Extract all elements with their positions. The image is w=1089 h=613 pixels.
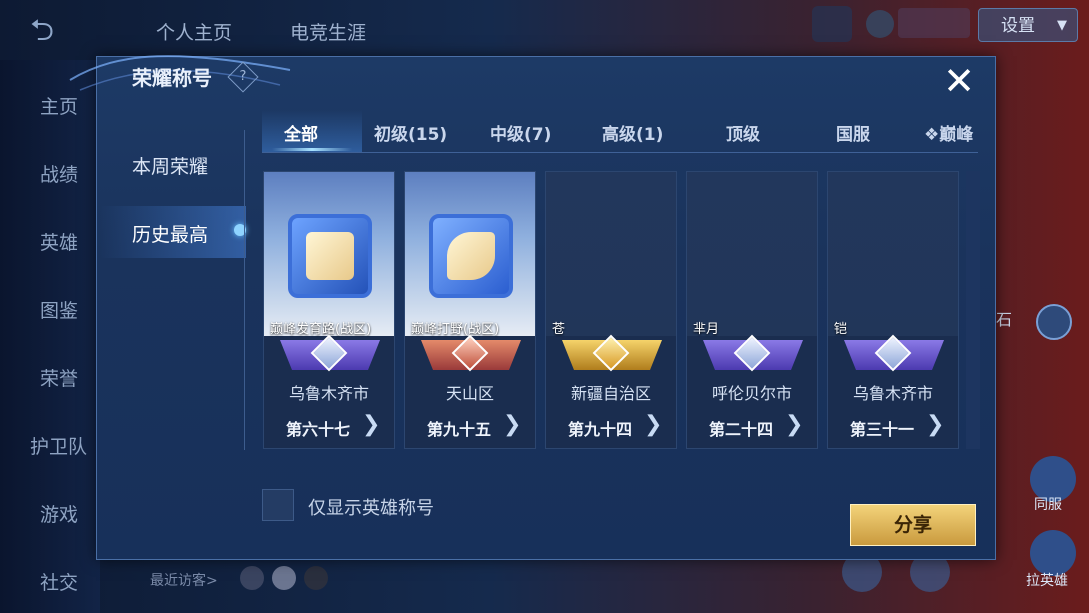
card-title-name: 铠 xyxy=(834,322,848,337)
card-title-name: 巅峰打野(战区) xyxy=(411,322,500,337)
help-glyph: ? xyxy=(239,69,247,84)
jungle-emblem-icon xyxy=(429,214,513,298)
modal-title: 荣耀称号 xyxy=(132,66,212,90)
card-rank: 第六十七 xyxy=(286,420,351,439)
tab-top[interactable]: 顶级 xyxy=(726,120,760,145)
title-card[interactable]: 芈月 呼伦贝尔市 第二十四 ❯ xyxy=(686,171,818,449)
visitor-avatar[interactable] xyxy=(240,566,264,590)
background-sidebar xyxy=(0,60,100,613)
card-rank: 第九十五 xyxy=(427,420,492,439)
marksman-emblem-icon xyxy=(288,214,372,298)
notice-badge[interactable] xyxy=(898,8,970,38)
tab-all[interactable]: 全部 xyxy=(284,120,318,145)
card-image xyxy=(546,172,676,336)
tab-peak[interactable]: ❖巅峰 xyxy=(924,120,978,145)
card-region: 呼伦贝尔市 xyxy=(711,384,792,403)
card-image xyxy=(405,172,535,336)
close-icon[interactable]: ✕ xyxy=(940,62,978,100)
visitor-avatar[interactable] xyxy=(304,566,328,590)
chevron-right-icon[interactable]: ❯ xyxy=(644,412,662,437)
nav-divider xyxy=(244,130,245,450)
left-nav-weekly-honor[interactable]: 本周荣耀 xyxy=(132,152,208,179)
sidebar-item-guard[interactable]: 护卫队 xyxy=(30,432,87,459)
chevron-right-icon[interactable]: ❯ xyxy=(503,412,521,437)
sidebar-item-atlas[interactable]: 图鉴 xyxy=(40,296,78,323)
sidebar-item-heroes[interactable]: 英雄 xyxy=(40,228,78,255)
hero-pull-label: 拉英雄 xyxy=(1026,573,1068,589)
card-region: 乌鲁木齐市 xyxy=(288,384,369,403)
settings-button[interactable]: 设置 ▼ xyxy=(978,8,1078,42)
card-title-name: 苍 xyxy=(552,322,566,337)
title-card[interactable]: 巅峰打野(战区) 天山区 第九十五 ❯ xyxy=(404,171,536,449)
card-rank: 第二十四 xyxy=(709,420,774,439)
title-card[interactable]: 苍 新疆自治区 第九十四 ❯ xyxy=(545,171,677,449)
sidebar-item-game[interactable]: 游戏 xyxy=(40,500,78,527)
tab-junior[interactable]: 初级(15) xyxy=(374,120,447,145)
card-image xyxy=(264,172,394,336)
sidebar-item-social[interactable]: 社交 xyxy=(40,568,78,595)
settings-label: 设置 xyxy=(1001,16,1035,36)
avatar-icon[interactable] xyxy=(812,6,852,42)
card-rank: 第九十四 xyxy=(568,420,633,439)
recent-visitors-link[interactable]: 最近访客> xyxy=(150,570,218,590)
hero-title-only-label: 仅显示英雄称号 xyxy=(308,498,434,519)
chevron-down-icon: ▼ xyxy=(1057,18,1067,33)
tab-esports-career[interactable]: 电竞生涯 xyxy=(290,18,366,45)
card-region: 新疆自治区 xyxy=(570,384,651,403)
card-title-name: 芈月 xyxy=(693,322,720,337)
card-title-name: 巅峰发育路(战区) xyxy=(270,322,372,337)
title-card[interactable]: 铠 乌鲁木齐市 第三十一 ❯ xyxy=(827,171,959,449)
card-overflow-edge xyxy=(966,171,980,449)
card-image xyxy=(828,172,958,336)
sidebar-item-record[interactable]: 战绩 xyxy=(40,160,78,187)
tab-senior[interactable]: 高级(1) xyxy=(602,120,663,145)
card-image xyxy=(687,172,817,336)
visitor-avatar[interactable] xyxy=(272,566,296,590)
card-region: 乌鲁木齐市 xyxy=(852,384,933,403)
tab-underline xyxy=(272,148,352,151)
chevron-right-icon[interactable]: ❯ xyxy=(926,412,944,437)
card-rank: 第三十一 xyxy=(850,420,915,439)
partial-text: 石 xyxy=(996,310,1013,329)
chevron-right-icon[interactable]: ❯ xyxy=(785,412,803,437)
rune-icon[interactable] xyxy=(1036,304,1072,340)
card-region: 天山区 xyxy=(445,384,494,403)
chevron-right-icon[interactable]: ❯ xyxy=(362,412,380,437)
tab-national[interactable]: 国服 xyxy=(836,120,870,145)
vip-icon[interactable] xyxy=(866,10,894,38)
hero-title-only-checkbox[interactable] xyxy=(262,489,294,521)
share-button[interactable]: 分享 xyxy=(850,504,976,546)
left-nav-history-best[interactable]: 历史最高 xyxy=(132,220,208,247)
sidebar-item-honor[interactable]: 荣誉 xyxy=(40,364,78,391)
tab-intermediate[interactable]: 中级(7) xyxy=(490,120,551,145)
same-server-label: 同服 xyxy=(1034,497,1062,513)
tier-tabbar: 全部 初级(15) 中级(7) 高级(1) 顶级 国服 ❖巅峰 xyxy=(262,108,978,153)
title-card[interactable]: 巅峰发育路(战区) 乌鲁木齐市 第六十七 ❯ xyxy=(263,171,395,449)
